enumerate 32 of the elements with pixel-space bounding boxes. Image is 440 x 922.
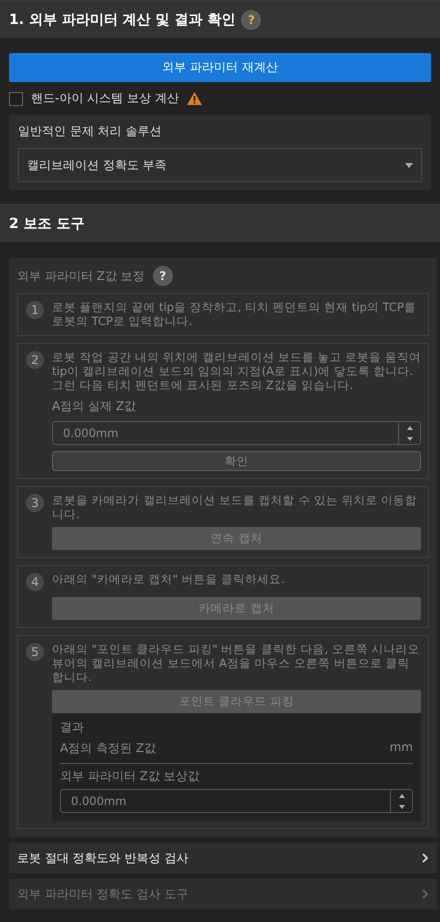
- section-title: 2 보조 도구: [9, 214, 84, 232]
- step-number: 5: [26, 643, 44, 661]
- panel-title: 외부 파라미터 Z값 보정: [17, 268, 145, 284]
- help-icon[interactable]: ?: [241, 10, 262, 30]
- panel-label: 일반적인 문제 처리 솔루션: [18, 123, 162, 140]
- result-title: 결과: [60, 719, 85, 736]
- step-text: 로봇 작업 공간 내의 위치에 캘리브레이션 보드를 놓고 로봇을 움직여 tip이 캘리브레이션 보드의 임의의 지점(A로 표시)에 닿도록 합니다. 그런 다음 티치 펜던트에 표시된 포즈의 Z값을 읽습니다.: [52, 350, 421, 392]
- down-arrow-icon[interactable]: [398, 804, 404, 808]
- step-number: 2: [26, 351, 44, 369]
- chevron-right-icon: [422, 853, 429, 863]
- step-number: 1: [26, 301, 44, 319]
- measured-label: A점의 측정된 Z값: [60, 740, 156, 757]
- recalculate-button[interactable]: 외부 파라미터 재계산: [9, 53, 431, 82]
- unit-label: mm: [390, 740, 413, 756]
- section-title: 1. 외부 파라미터 계산 및 결과 확인: [9, 10, 236, 28]
- checkbox-label: 핸드-아이 시스템 보상 계산: [31, 90, 179, 107]
- field-label: A점의 실제 Z값: [52, 398, 138, 415]
- step-text: 로봇을 카메라가 캘리브레이션 보드를 캡처할 수 있는 위치로 이동합니다.: [52, 493, 418, 521]
- step-text: 아래의 "포인트 클라우드 피킹" 버튼을 클릭한 다음, 오른쪽 시나리오 뷰어의 캘리브레이션 보드에서 A점을 마우스 오른쪽 버튼으로 클릭합니다.: [52, 642, 420, 684]
- offset-label: 외부 파라미터 Z값 보상값: [60, 768, 201, 785]
- up-arrow-icon[interactable]: [406, 426, 412, 430]
- solution-dropdown[interactable]: 캘리브레이션 정확도 부족: [18, 148, 422, 182]
- down-arrow-icon[interactable]: [406, 436, 412, 440]
- checkbox[interactable]: [9, 92, 23, 106]
- step-number: 4: [26, 573, 44, 591]
- up-arrow-icon[interactable]: [398, 794, 404, 798]
- chevron-right-icon: [422, 889, 429, 899]
- step-number: 3: [26, 494, 44, 512]
- step-text: 로봇 플랜지의 끝에 tip을 장착하고, 티치 펜던트의 현재 tip의 TCP를 로봇의 TCP로 입력합니다.: [52, 300, 417, 328]
- dropdown-arrow-icon[interactable]: [405, 162, 413, 168]
- step-text: 아래의 "카메라로 캡처" 버튼을 클릭하세요.: [52, 572, 286, 588]
- collapsible-row[interactable]: 로봇 절대 정확도와 반복성 검사: [9, 843, 437, 873]
